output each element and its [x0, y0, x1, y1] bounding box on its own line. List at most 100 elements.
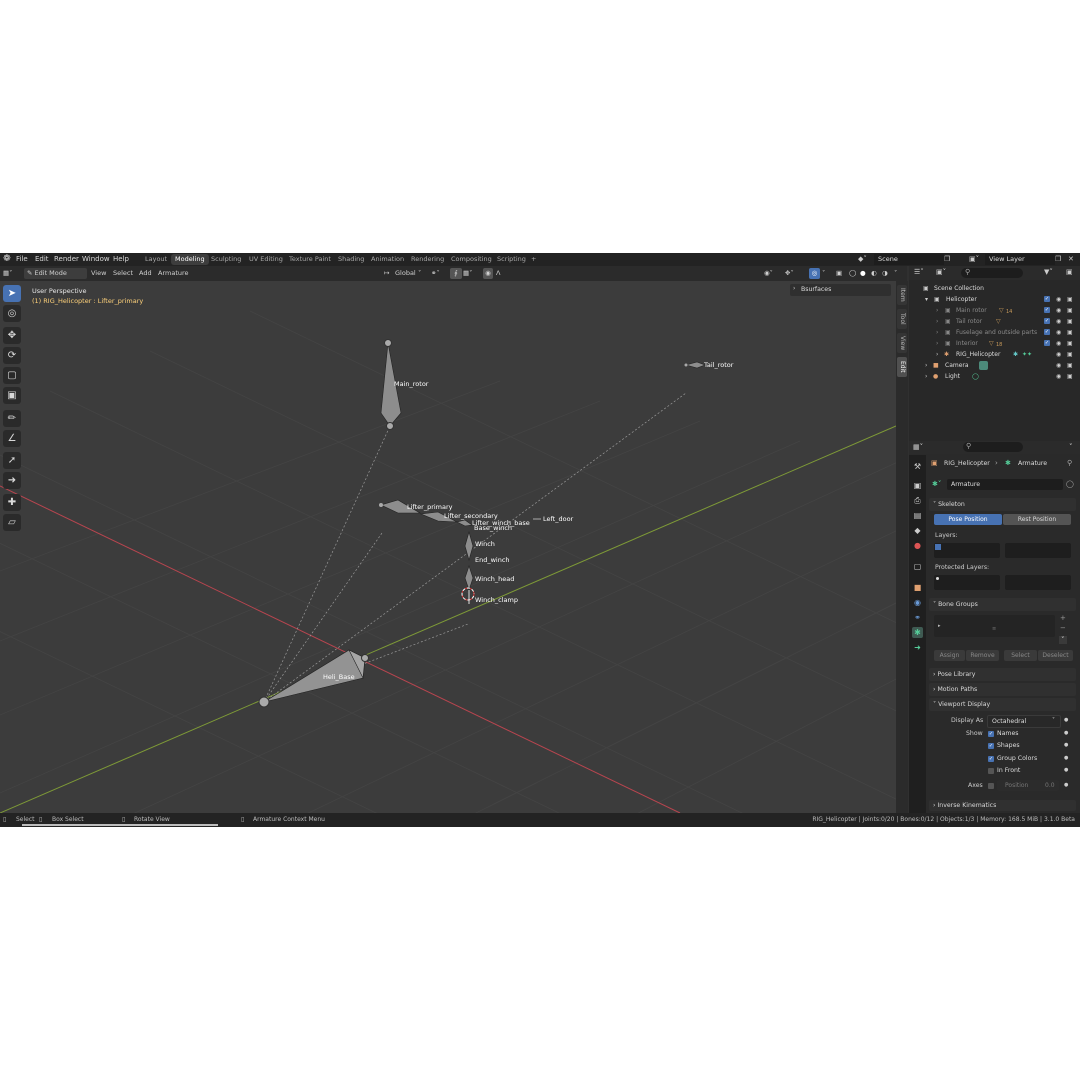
eye-icon[interactable]: ◉: [1056, 371, 1061, 382]
datablock-name-field[interactable]: Armature: [947, 479, 1063, 490]
eye-icon[interactable]: ◉: [1056, 360, 1061, 371]
tab-shading[interactable]: Shading: [334, 254, 368, 265]
pin-icon[interactable]: ⚲: [1067, 459, 1072, 467]
scene-icon[interactable]: ◆˅: [858, 255, 867, 263]
outliner-row-rig-helicopter[interactable]: › ✱ RIG_Helicopter ✱ ✦✦ ◉ ▣: [909, 349, 1080, 360]
tool-tab-icon[interactable]: ⚒: [912, 461, 923, 472]
menu-add[interactable]: Add: [139, 268, 152, 279]
tab-texture-paint[interactable]: Texture Paint: [285, 254, 335, 265]
camera-render-icon[interactable]: ▣: [1067, 338, 1073, 349]
bone-size-tool-icon[interactable]: ➜: [3, 472, 21, 489]
bone-lifter-winch-base[interactable]: [456, 519, 473, 527]
properties-editor-icon[interactable]: ▦˅: [913, 443, 923, 451]
rest-position-button[interactable]: Rest Position: [1003, 514, 1071, 525]
keyframe-dot-icon[interactable]: ●: [1064, 717, 1068, 723]
inverse-kinematics-panel-header[interactable]: › Inverse Kinematics: [929, 800, 1076, 811]
eye-icon[interactable]: ◉: [1056, 338, 1061, 349]
exclude-checkbox[interactable]: ✓: [1044, 296, 1050, 302]
armature-datablock-icon[interactable]: ✱˅: [932, 480, 941, 488]
tab-compositing[interactable]: Compositing: [447, 254, 496, 265]
scene-tab-icon[interactable]: ◆: [912, 525, 923, 536]
wireframe-shading-icon[interactable]: ◯: [849, 268, 856, 279]
3d-viewport[interactable]: User Perspective (1) RIG_Helicopter : Li…: [0, 281, 896, 813]
shapes-checkbox[interactable]: ✓: [988, 743, 994, 749]
display-as-dropdown[interactable]: Octahedral ˅: [987, 715, 1061, 728]
tab-sculpting[interactable]: Sculpting: [207, 254, 245, 265]
object-tab-icon[interactable]: ■: [912, 582, 923, 593]
bone-layers-grid-right[interactable]: [1005, 543, 1071, 558]
bone-winch-head[interactable]: [464, 565, 474, 591]
options-dropdown-icon[interactable]: ˅: [1069, 443, 1073, 451]
camera-render-icon[interactable]: ▣: [1067, 294, 1073, 305]
menu-select[interactable]: Select: [113, 268, 133, 279]
keyframe-dot-icon[interactable]: ●: [1064, 755, 1068, 761]
physics-tab-icon[interactable]: ◉: [912, 597, 923, 608]
npanel-tab-tool[interactable]: Tool: [897, 309, 907, 329]
bone-layers-grid-left[interactable]: [934, 543, 1000, 558]
eye-icon[interactable]: ◉: [1056, 294, 1061, 305]
eye-icon[interactable]: ◉: [1056, 305, 1061, 316]
move-tool-icon[interactable]: ✥: [3, 327, 21, 344]
bone-envelope-tool-icon[interactable]: ▱: [3, 514, 21, 531]
expand-arrow-icon[interactable]: ▾: [925, 294, 928, 305]
keyframe-dot-icon[interactable]: ●: [1064, 767, 1068, 773]
view-layer-tab-icon[interactable]: ▤: [912, 510, 923, 521]
tab-animation[interactable]: Animation: [367, 254, 408, 265]
tab-scripting[interactable]: Scripting: [493, 254, 530, 265]
keyframe-dot-icon[interactable]: ●: [1064, 782, 1068, 788]
expand-arrow-icon[interactable]: ›: [936, 338, 938, 349]
menu-view[interactable]: View: [91, 268, 106, 279]
deselect-button[interactable]: Deselect: [1038, 650, 1073, 661]
add-workspace-button[interactable]: +: [527, 254, 540, 265]
camera-render-icon[interactable]: ▣: [1067, 327, 1073, 338]
armature-data-tab-icon[interactable]: ✱: [912, 627, 923, 638]
npanel-bsurfaces-header[interactable]: › Bsurfaces: [790, 284, 891, 296]
expand-arrow-icon[interactable]: ›: [925, 360, 927, 371]
npanel-tab-edit[interactable]: Edit: [897, 357, 907, 377]
filter-icon[interactable]: ▼˅: [1044, 268, 1053, 276]
outliner-row-tail-rotor[interactable]: › ▣ Tail rotor ▽ ✓ ◉ ▣: [909, 316, 1080, 327]
bone-winch[interactable]: [464, 530, 474, 562]
exclude-checkbox[interactable]: ✓: [1044, 307, 1050, 313]
blender-logo-icon[interactable]: ❁: [3, 254, 11, 264]
copy-scene-icon[interactable]: ❐: [944, 255, 950, 263]
expand-arrow-icon[interactable]: ›: [925, 371, 927, 382]
pivot-point-icon[interactable]: ⚭˅: [431, 268, 440, 279]
select-box-tool-icon[interactable]: ➤: [3, 285, 21, 302]
roll-tool-icon[interactable]: ➚: [3, 452, 21, 469]
fake-user-icon[interactable]: ◯: [1066, 480, 1074, 488]
menu-edit[interactable]: Edit: [35, 255, 49, 263]
solid-shading-icon[interactable]: ●: [860, 268, 866, 279]
menu-armature[interactable]: Armature: [158, 268, 189, 279]
camera-render-icon[interactable]: ▣: [1067, 316, 1073, 327]
menu-window[interactable]: Window: [82, 255, 110, 263]
menu-help[interactable]: Help: [113, 255, 129, 263]
group-colors-checkbox[interactable]: ✓: [988, 756, 994, 762]
pose-position-button[interactable]: Pose Position: [934, 514, 1002, 525]
rendered-shading-icon[interactable]: ◑: [882, 268, 888, 279]
outliner-row-light[interactable]: › ● Light ◯ ◉ ▣: [909, 371, 1080, 382]
exclude-checkbox[interactable]: ✓: [1044, 318, 1050, 324]
rotate-tool-icon[interactable]: ⟳: [3, 347, 21, 364]
list-expand-icon[interactable]: ▸: [938, 623, 941, 629]
overlay-toggle-icon[interactable]: ◎: [809, 268, 820, 279]
skeleton-panel-header[interactable]: ˅ Skeleton: [929, 498, 1076, 511]
copy-view-layer-icon[interactable]: ❐: [1055, 255, 1061, 263]
tab-layout[interactable]: Layout: [141, 254, 171, 265]
scale-tool-icon[interactable]: ▢: [3, 367, 21, 384]
eye-icon[interactable]: ◉: [1056, 327, 1061, 338]
new-collection-icon[interactable]: ▣: [1066, 268, 1073, 276]
remove-view-layer-icon[interactable]: ✕: [1068, 255, 1074, 263]
render-tab-icon[interactable]: ▣: [912, 480, 923, 491]
in-front-checkbox[interactable]: [988, 768, 994, 774]
falloff-icon[interactable]: Λ: [496, 268, 500, 279]
measure-tool-icon[interactable]: ∠: [3, 430, 21, 447]
bone-groups-panel-header[interactable]: ˅ Bone Groups: [929, 598, 1076, 611]
axes-position-field[interactable]: Position 0.0: [997, 780, 1059, 791]
remove-group-icon[interactable]: −: [1060, 624, 1066, 632]
proportional-edit-icon[interactable]: ◉: [483, 268, 493, 279]
remove-button[interactable]: Remove: [966, 650, 999, 661]
properties-search-input[interactable]: [963, 442, 1023, 452]
tab-rendering[interactable]: Rendering: [407, 254, 448, 265]
camera-render-icon[interactable]: ▣: [1067, 371, 1073, 382]
